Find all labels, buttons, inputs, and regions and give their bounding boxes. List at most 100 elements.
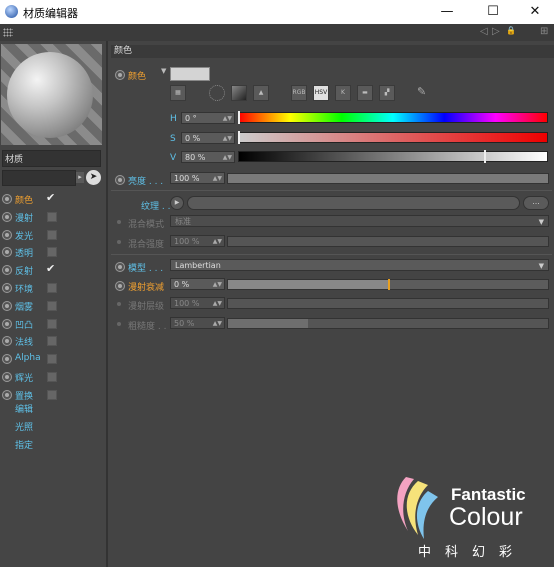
brightness-value-field[interactable]: 100 % ▲▼ (170, 172, 225, 184)
kelvin-mode-button[interactable]: K (335, 85, 351, 101)
channel-checkbox[interactable] (47, 300, 57, 311)
channel-label[interactable]: 辉光 (15, 371, 33, 384)
rgb-mode-button[interactable]: RGB (291, 85, 307, 101)
channel-label[interactable]: 反射 (15, 264, 33, 277)
diffuse-falloff-slider[interactable] (227, 279, 549, 290)
diffuse-level-slider[interactable] (227, 298, 549, 309)
swatches-icon[interactable]: ▞ (379, 85, 395, 101)
channel-checkmark-icon[interactable]: ✔ (46, 191, 55, 204)
channel-checkbox[interactable] (47, 336, 57, 347)
brightness-anim-radio[interactable] (115, 175, 125, 185)
channel-row[interactable]: 反射 ✔ (0, 262, 106, 278)
model-anim-radio[interactable] (115, 262, 125, 272)
arrow-left-icon[interactable]: ◁ (480, 26, 488, 37)
channel-label[interactable]: 置换 (15, 389, 33, 402)
blend-mode-dot[interactable] (117, 220, 121, 224)
eyedropper-icon[interactable]: ✎ (417, 85, 426, 98)
channel-anim-radio[interactable] (2, 194, 12, 204)
blend-strength-dot[interactable] (117, 240, 121, 244)
saturation-slider[interactable] (238, 132, 548, 143)
material-name-field[interactable]: 材质 (2, 150, 101, 167)
diffuse-level-field[interactable]: 100 % ▲▼ (170, 297, 225, 309)
texture-browse-button[interactable]: ... (523, 196, 549, 210)
channel-checkmark-icon[interactable]: ✔ (46, 262, 55, 275)
roughness-dot[interactable] (117, 322, 121, 326)
channel-label[interactable]: 法线 (15, 335, 33, 348)
channel-label[interactable]: 环境 (15, 282, 33, 295)
channel-row[interactable]: 法线 (0, 333, 106, 349)
channel-row[interactable]: 漫射 (0, 209, 106, 225)
blend-mode-dropdown[interactable]: 标准 ▼ (170, 215, 549, 227)
image-icon[interactable]: ▲ (253, 85, 269, 101)
color-expand-arrow-icon[interactable]: ▼ (161, 67, 166, 75)
channel-label[interactable]: 烟雾 (15, 300, 33, 313)
hue-handle[interactable] (238, 111, 240, 124)
blend-strength-field[interactable]: 100 % ▲▼ (170, 235, 225, 247)
maximize-button[interactable]: ☐ (478, 2, 508, 22)
channel-row[interactable]: 置换 (0, 387, 106, 403)
v-value-field[interactable]: 80 % ▲▼ (181, 151, 235, 163)
channel-label[interactable]: 凹凸 (15, 318, 33, 331)
minimize-button[interactable]: — (432, 2, 462, 22)
channel-anim-radio[interactable] (2, 211, 12, 222)
grip-icon[interactable] (3, 28, 13, 37)
hsv-mode-button[interactable]: HSV (313, 85, 329, 101)
texture-slot[interactable] (187, 196, 520, 210)
filter-arrow-icon[interactable]: ▸ (76, 172, 84, 183)
diffuse-falloff-handle[interactable] (388, 279, 390, 290)
roughness-field[interactable]: 50 % ▲▼ (170, 317, 225, 329)
channel-filter-input[interactable] (2, 170, 76, 186)
arrow-right-icon[interactable]: ▷ (492, 26, 500, 37)
channel-label[interactable]: 颜色 (15, 193, 33, 206)
channel-label[interactable]: Alpha (15, 353, 41, 363)
channel-checkbox[interactable] (47, 247, 57, 258)
channel-checkbox[interactable] (47, 318, 57, 329)
color-anim-radio[interactable] (115, 70, 125, 80)
channel-label[interactable]: 透明 (15, 246, 33, 259)
lock-icon[interactable]: 🔒 (506, 26, 516, 35)
close-button[interactable]: ✕ (520, 2, 550, 22)
channel-anim-radio[interactable] (2, 229, 12, 240)
blend-strength-slider[interactable] (227, 236, 549, 247)
channel-row[interactable]: 凹凸 (0, 316, 106, 332)
color-wheel-icon[interactable] (209, 85, 225, 101)
expand-icon[interactable]: ⊞ (540, 26, 548, 37)
hue-slider[interactable] (238, 112, 548, 123)
channel-anim-radio[interactable] (2, 247, 12, 258)
value-slider[interactable] (238, 151, 548, 162)
channel-row[interactable]: 辉光 (0, 369, 106, 385)
channel-row[interactable]: 烟雾 (0, 298, 106, 314)
color-picker-mode-icon[interactable]: ▦ (170, 85, 186, 101)
h-value-field[interactable]: 0 ° ▲▼ (181, 112, 235, 124)
spectrum-icon[interactable] (231, 85, 247, 101)
saturation-handle[interactable] (238, 131, 240, 144)
channel-anim-radio[interactable] (2, 300, 12, 311)
diffuse-falloff-field[interactable]: 0 % ▲▼ (170, 278, 225, 290)
channel-anim-radio[interactable] (2, 354, 12, 365)
channel-anim-radio[interactable] (2, 389, 12, 400)
mixer-icon[interactable]: ▬ (357, 85, 373, 101)
material-preview[interactable] (1, 44, 102, 145)
link-assign[interactable]: 指定 (15, 438, 33, 451)
channel-anim-radio[interactable] (2, 336, 12, 347)
s-value-field[interactable]: 0 % ▲▼ (181, 132, 235, 144)
link-illumination[interactable]: 光照 (15, 420, 33, 433)
channel-checkbox[interactable] (47, 211, 57, 222)
channel-row[interactable]: 发光 (0, 227, 106, 243)
channel-row[interactable]: 透明 (0, 244, 106, 260)
color-swatch[interactable] (170, 67, 210, 81)
channel-row[interactable]: 环境 (0, 280, 106, 296)
channel-checkbox[interactable] (47, 372, 57, 382)
channel-anim-radio[interactable] (2, 265, 12, 276)
channel-anim-radio[interactable] (2, 372, 12, 382)
model-dropdown[interactable]: Lambertian ▼ (170, 259, 549, 271)
channel-checkbox[interactable] (47, 354, 57, 365)
value-handle[interactable] (484, 150, 487, 163)
diffuse-falloff-anim-radio[interactable] (115, 281, 125, 291)
channel-label[interactable]: 发光 (15, 229, 33, 242)
channel-anim-radio[interactable] (2, 283, 12, 293)
brightness-slider[interactable] (227, 173, 549, 184)
channel-anim-radio[interactable] (2, 318, 12, 329)
channel-label[interactable]: 漫射 (15, 211, 33, 224)
diffuse-level-dot[interactable] (117, 302, 121, 306)
